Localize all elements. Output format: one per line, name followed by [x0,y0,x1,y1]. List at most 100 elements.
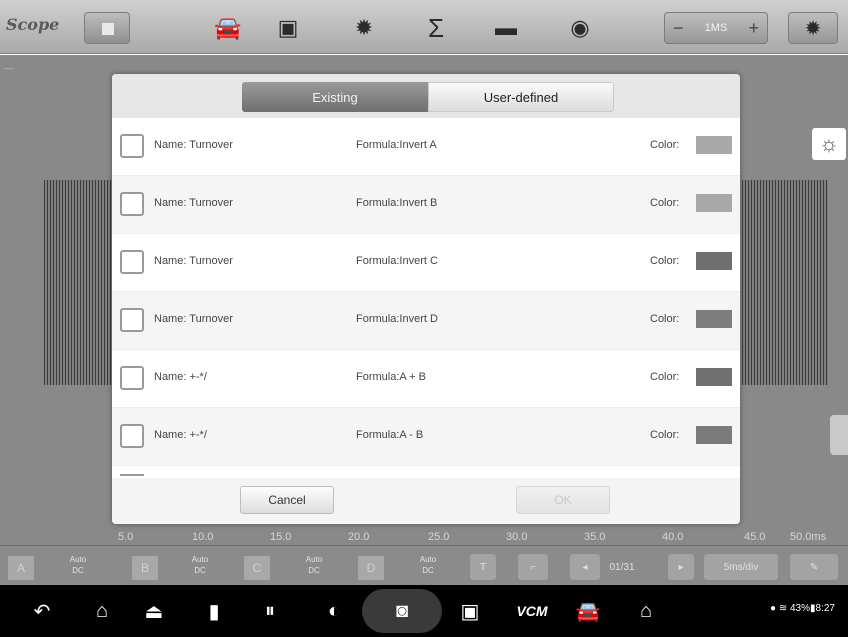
probe-icon[interactable]: ◉ [560,12,600,44]
wifi-icon: ≋ [778,603,788,614]
formula-row[interactable]: Name: +-*/ Formula:A + B Color: [112,350,740,408]
side-panel-handle[interactable] [830,415,848,455]
x-tick: 30.0 [506,531,528,543]
back-icon[interactable]: ↶ [24,597,60,625]
vehicle-icon[interactable]: 🚘 [570,597,606,625]
zoom-in-button[interactable]: + [748,18,759,39]
sigma-icon[interactable]: Σ [416,12,456,44]
dialog-header: Existing User-defined [112,74,740,118]
row-name: Name: +-*/ [154,371,207,383]
battery-time-text: 43%▮8:27 [790,603,835,614]
x-tick: 15.0 [270,531,292,543]
row-formula: Formula:Invert C [356,255,438,267]
y-tick: — [4,63,13,73]
channel-coupling-label: DC [194,566,206,575]
name-prefix: Name: [154,139,187,151]
dialog-footer: Cancel OK [112,478,740,524]
channel-b-button[interactable]: B [132,556,158,580]
top-toolbar: Scope 🚘 ▣ ✹ Σ ▬ ◉ − 1MS + ✹ [0,0,848,54]
name-value: +-*/ [189,429,207,441]
channel-a-button[interactable]: A [8,556,34,580]
channel-mode-label: Auto [69,555,87,564]
name-value: Turnover [189,197,233,209]
navigation-bar: ↶ ⌂ ⏏ ▮ ⏸ ◐ ◙ ▣ VCM 🚘 ⌂ ● ≋ 43%▮8:27 [0,585,848,637]
brightness-icon[interactable]: ☼ [812,128,846,160]
formula-row[interactable]: Name: Turnover Formula:Invert B Color: [112,176,740,234]
row-checkbox[interactable] [120,424,144,448]
split-screen-icon[interactable]: ⏸ [252,597,288,625]
row-formula: Formula:A - B [356,429,424,441]
previous-page-icon[interactable]: ◂ [570,554,600,580]
row-checkbox[interactable] [120,192,144,216]
channel-a-mode[interactable]: Auto DC [58,554,98,580]
timebase-zoom-control: − 1MS + [664,12,768,44]
tab-existing[interactable]: Existing [242,82,428,112]
remote-icon[interactable]: ⌂ [628,597,664,625]
name-prefix: Name: [154,197,187,209]
channel-mode-label: Auto [419,555,437,564]
cancel-button[interactable]: Cancel [240,486,334,514]
color-swatch[interactable] [696,252,732,270]
row-checkbox[interactable] [120,308,144,332]
channel-b-mode[interactable]: Auto DC [180,554,220,580]
x-tick: 40.0 [662,531,684,543]
vci-button[interactable]: VCM [508,597,556,625]
row-formula: Formula:Invert A [356,139,437,151]
channel-d-button[interactable]: D [358,556,384,580]
row-color-label: Color: [650,197,680,209]
browser-icon[interactable]: ◐ [316,597,352,625]
x-tick: 50.0ms [790,531,827,543]
gallery-icon[interactable]: ▣ [268,12,308,44]
channel-c-mode[interactable]: Auto DC [294,554,334,580]
formula-row[interactable]: Name: Turnover Formula:Invert A Color: [112,118,740,176]
color-swatch[interactable] [696,368,732,386]
formula-row[interactable]: Name: Turnover Formula:Invert D Color: [112,292,740,350]
name-prefix: Name: [154,255,187,267]
trigger-edge-icon[interactable]: ⌐ [518,554,548,580]
zoom-value: 1MS [704,22,728,34]
formula-row[interactable]: Name: +-*/ Formula:A - B Color: [112,408,740,466]
x-tick: 20.0 [348,531,370,543]
channel-d-mode[interactable]: Auto DC [408,554,448,580]
color-swatch[interactable] [696,194,732,212]
gear-icon[interactable]: ✹ [344,12,384,44]
tab-user-defined[interactable]: User-defined [428,82,614,112]
formula-row[interactable]: Name: Turnover Formula:Invert C Color: [112,234,740,292]
camera-icon[interactable]: ◙ [384,597,420,625]
probe-tool-icon[interactable]: ✎ [790,554,838,580]
stop-button[interactable] [84,12,130,44]
next-page-icon[interactable]: ▸ [668,554,694,580]
color-swatch[interactable] [696,426,732,444]
row-name: Name: Turnover [154,139,233,151]
formula-list: Name: Turnover Formula:Invert A Color: N… [112,118,740,500]
row-checkbox[interactable] [120,250,144,274]
status-area: ● ≋ 43%▮8:27 [770,603,835,614]
channel-coupling-label: DC [72,566,84,575]
row-checkbox[interactable] [120,134,144,158]
y-axis: — [0,55,48,545]
car-icon[interactable]: 🚘 [208,12,248,44]
row-color-label: Color: [650,371,680,383]
color-swatch[interactable] [696,310,732,328]
name-value: Turnover [189,139,233,151]
diagnostic-home-icon[interactable]: ⏏ [136,597,172,625]
row-name: Name: Turnover [154,197,233,209]
folder-icon[interactable]: ▬ [486,12,526,44]
name-value: Turnover [189,255,233,267]
zoom-out-button[interactable]: − [673,18,684,39]
x-tick: 5.0 [118,531,134,543]
trigger-button[interactable]: T [470,554,496,580]
screen-record-icon[interactable]: ▣ [452,597,488,625]
row-checkbox[interactable] [120,366,144,390]
color-swatch[interactable] [696,136,732,154]
recent-apps-icon[interactable]: ▮ [196,597,232,625]
name-value: Turnover [189,313,233,325]
waveform-left [44,180,114,385]
channel-c-button[interactable]: C [244,556,270,580]
row-color-label: Color: [650,139,680,151]
home-icon[interactable]: ⌂ [84,597,120,625]
timebase-button[interactable]: 5ms/div [704,554,778,580]
settings-button[interactable]: ✹ [788,12,838,44]
channel-coupling-label: DC [422,566,434,575]
ok-button[interactable]: OK [516,486,610,514]
